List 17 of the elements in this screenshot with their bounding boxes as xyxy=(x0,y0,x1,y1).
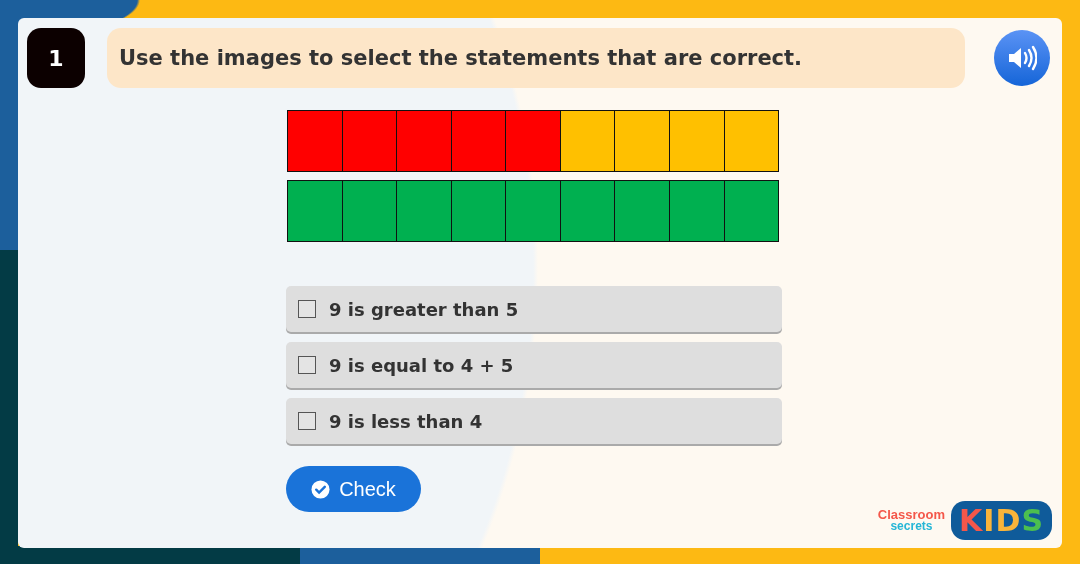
question-number: 1 xyxy=(27,28,85,88)
answer-option[interactable]: 9 is less than 4 xyxy=(286,398,782,444)
logo-text: Classroom secrets xyxy=(877,509,946,532)
option-label: 9 is equal to 4 + 5 xyxy=(329,354,514,376)
kids-logo: KIDS xyxy=(951,501,1052,540)
checkbox[interactable] xyxy=(298,412,316,430)
check-circle-icon xyxy=(311,479,331,499)
answer-option[interactable]: 9 is greater than 5 xyxy=(286,286,782,332)
option-label: 9 is greater than 5 xyxy=(329,298,519,320)
answer-option[interactable]: 9 is equal to 4 + 5 xyxy=(286,342,782,388)
checkbox[interactable] xyxy=(298,300,316,318)
speaker-button[interactable] xyxy=(994,30,1050,86)
speaker-icon xyxy=(1007,45,1037,71)
option-label: 9 is less than 4 xyxy=(329,410,483,432)
check-button[interactable]: Check xyxy=(286,466,421,512)
checkbox[interactable] xyxy=(298,356,316,374)
question-text: Use the images to select the statements that are correct. xyxy=(119,46,803,70)
